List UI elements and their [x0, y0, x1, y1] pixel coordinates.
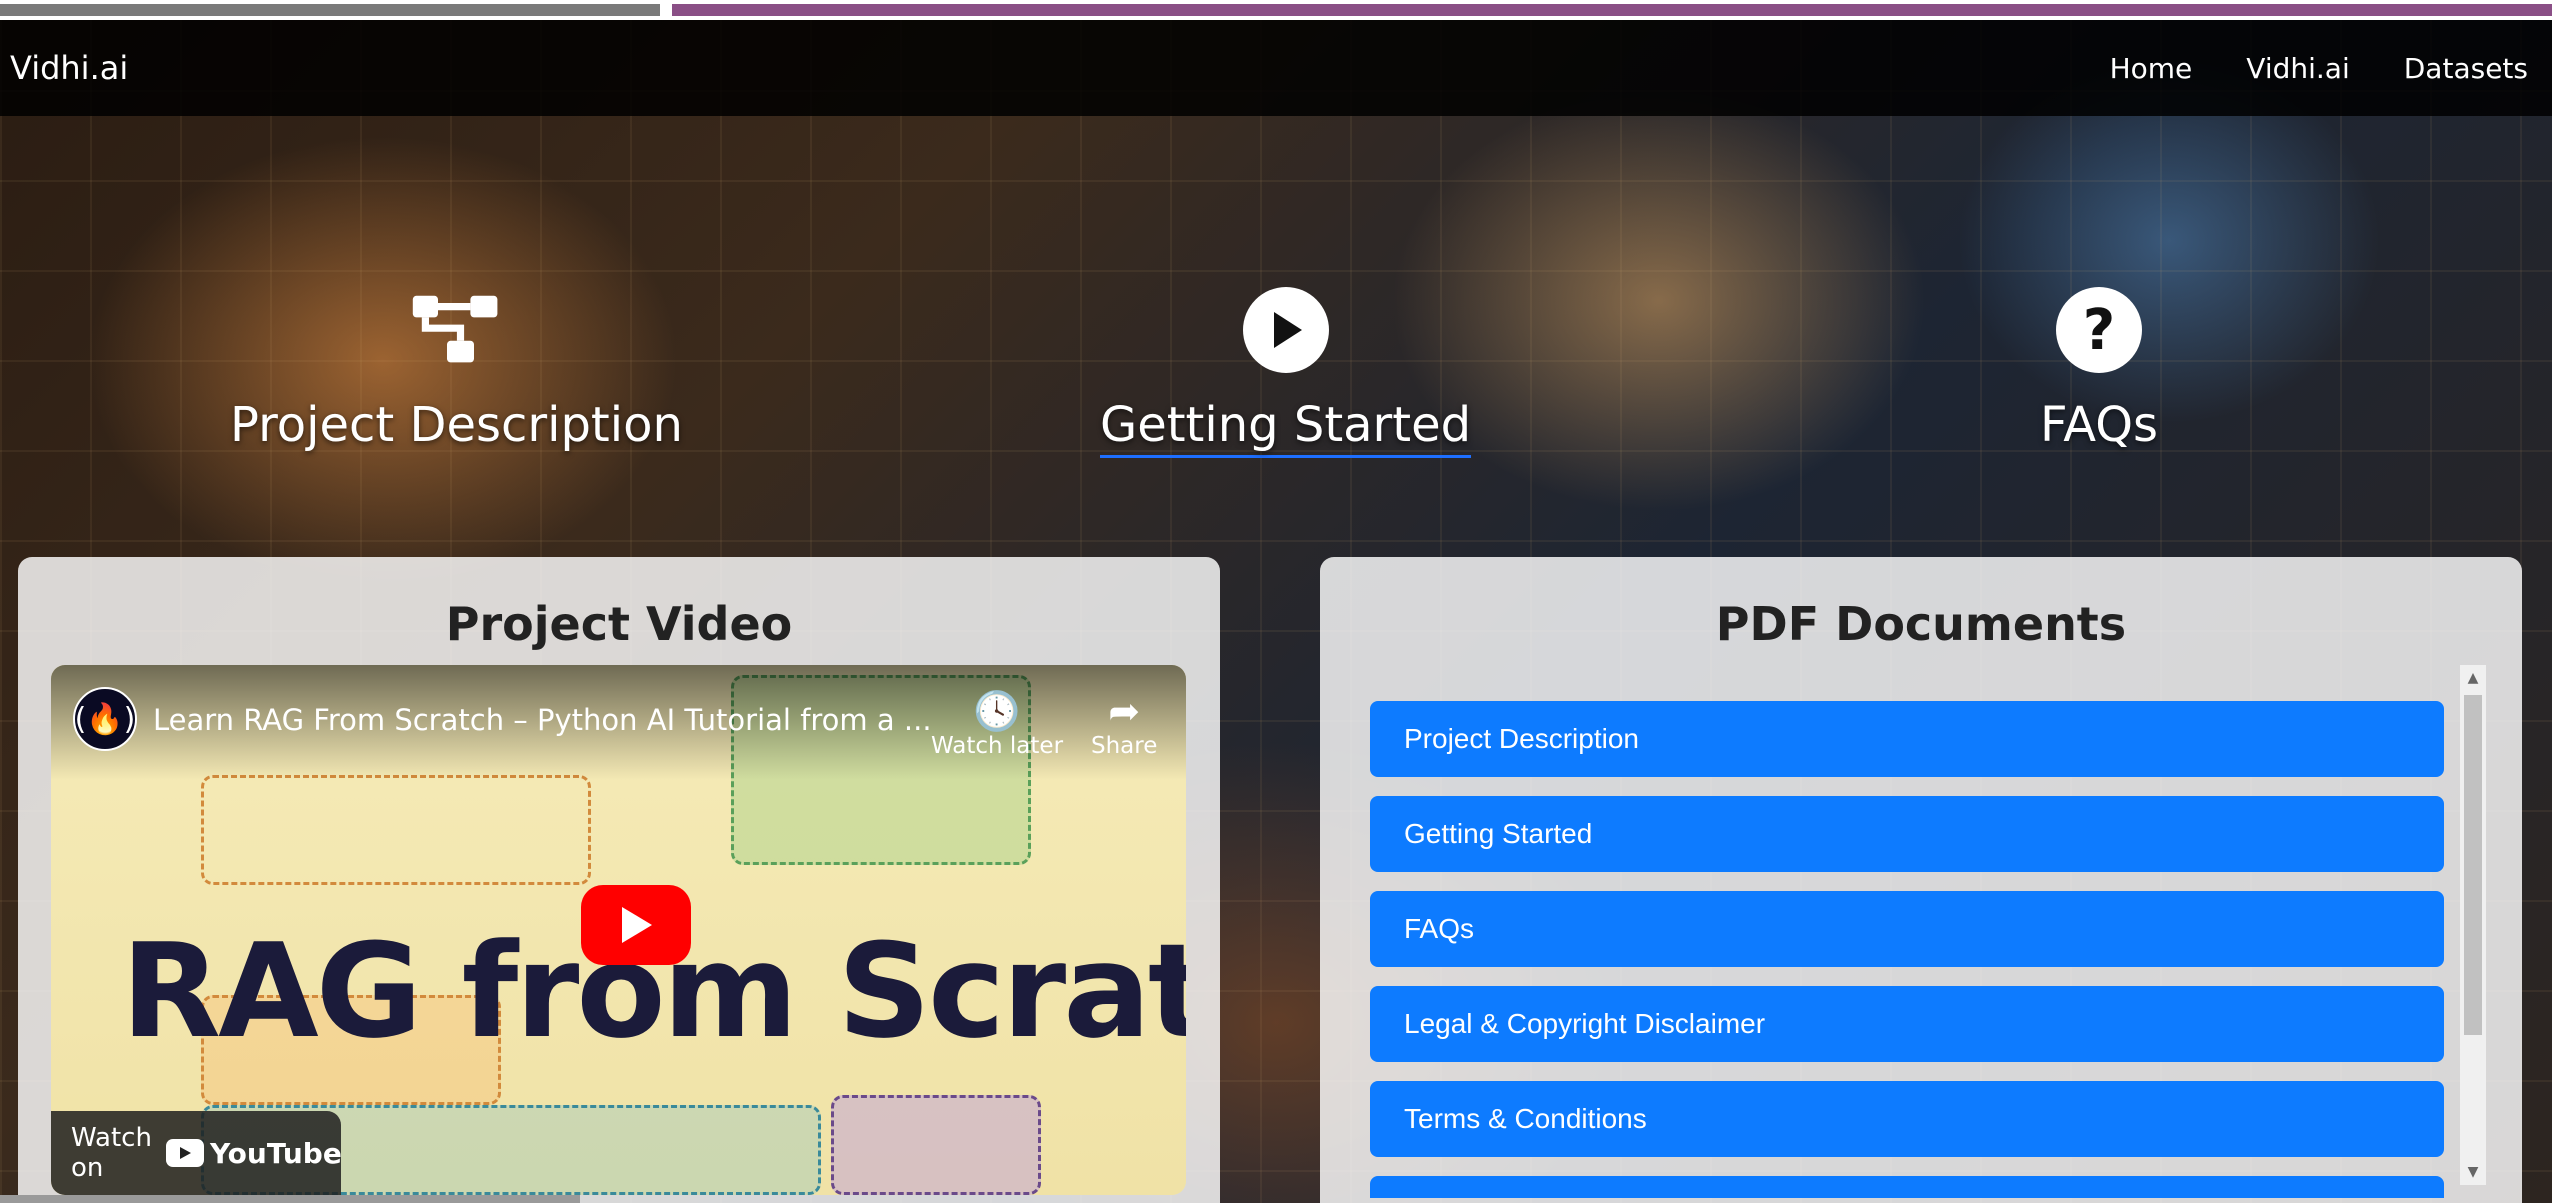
share-button[interactable]: ➦ Share: [1091, 689, 1157, 759]
pdf-item-getting-started[interactable]: Getting Started: [1370, 796, 2444, 872]
share-label: Share: [1091, 733, 1158, 759]
navbar: Vidhi.ai Home Vidhi.ai Datasets: [0, 20, 2552, 116]
nav-links: Home Vidhi.ai Datasets: [2110, 52, 2542, 85]
watch-later-label: Watch later: [931, 733, 1064, 759]
youtube-embed[interactable]: (🔥) Learn RAG From Scratch – Python AI T…: [51, 665, 1186, 1195]
card-title: PDF Documents: [1715, 597, 2127, 651]
nav-link-home[interactable]: Home: [2110, 52, 2193, 85]
share-icon: ➦: [1108, 689, 1141, 733]
question-circle-icon: ?: [2054, 285, 2144, 375]
scrollbar-thumb[interactable]: [2464, 695, 2482, 1035]
play-circle-icon: [1241, 285, 1331, 375]
youtube-logo: YouTube: [165, 1136, 342, 1170]
pdf-item-partial[interactable]: [1370, 1176, 2444, 1198]
progress-segment-right: [672, 4, 2552, 16]
scroll-up-icon[interactable]: ▲: [2460, 665, 2486, 691]
sitemap-icon: [411, 285, 501, 375]
pdf-list: Project Description Getting Started FAQs…: [1370, 701, 2444, 1198]
nav-link-datasets[interactable]: Datasets: [2404, 52, 2528, 85]
feature-label: Project Description: [230, 397, 683, 453]
feature-label: Getting Started: [1100, 397, 1472, 458]
watch-later-button[interactable]: 🕓 Watch later: [931, 689, 1063, 759]
pdf-item-legal-disclaimer[interactable]: Legal & Copyright Disclaimer: [1370, 986, 2444, 1062]
feature-label: FAQs: [2040, 397, 2158, 453]
diagram-box: [831, 1095, 1041, 1195]
brand-link[interactable]: Vidhi.ai: [10, 49, 128, 87]
page-horizontal-scrollbar[interactable]: [0, 1195, 580, 1203]
feature-project-description[interactable]: Project Description: [230, 285, 683, 453]
clock-icon: 🕓: [973, 689, 1021, 733]
diagram-box: [201, 775, 591, 885]
watch-on-label: Watch on: [71, 1123, 152, 1183]
pdf-documents-card: PDF Documents Project Description Gettin…: [1320, 557, 2522, 1203]
progress-strip: [0, 0, 2552, 20]
pdf-item-faqs[interactable]: FAQs: [1370, 891, 2444, 967]
video-title[interactable]: Learn RAG From Scratch – Python AI Tutor…: [153, 703, 932, 737]
pdf-list-scrollbar[interactable]: ▲ ▼: [2460, 665, 2486, 1185]
scroll-down-icon[interactable]: ▼: [2460, 1159, 2486, 1185]
card-title: Project Video: [445, 597, 793, 651]
watch-on-youtube-button[interactable]: Watch on YouTube: [51, 1111, 342, 1195]
youtube-wordmark: YouTube: [209, 1136, 342, 1170]
feature-faqs[interactable]: ? FAQs: [2040, 285, 2158, 453]
nav-link-vidhi[interactable]: Vidhi.ai: [2246, 52, 2349, 85]
channel-logo-icon[interactable]: (🔥): [73, 687, 137, 751]
youtube-play-icon: [165, 1139, 204, 1167]
pdf-item-project-description[interactable]: Project Description: [1370, 701, 2444, 777]
play-button[interactable]: [581, 885, 691, 965]
project-video-card: Project Video (🔥) Learn RAG From Scratch…: [18, 557, 1220, 1203]
progress-segment-left: [0, 4, 660, 16]
feature-getting-started[interactable]: Getting Started: [1100, 285, 1472, 458]
pdf-item-terms[interactable]: Terms & Conditions: [1370, 1081, 2444, 1157]
